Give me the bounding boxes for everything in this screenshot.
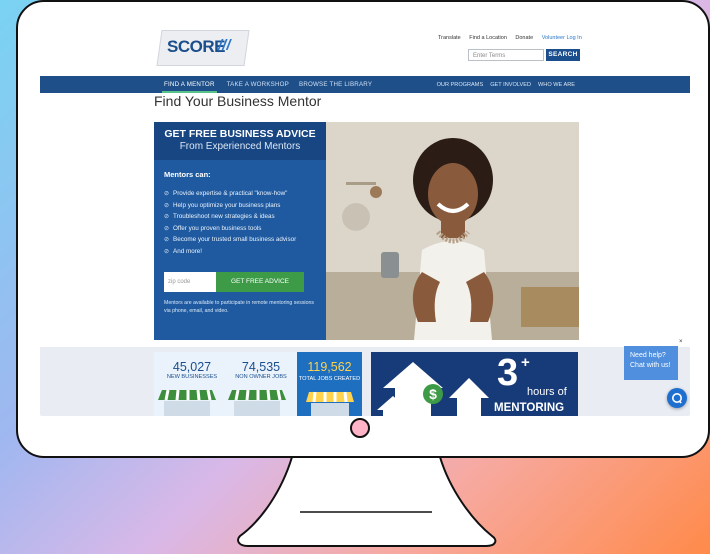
mentor-photo: [326, 122, 579, 340]
power-button[interactable]: [350, 418, 370, 438]
browser-screen: SCORE /// Translate Find a Location Dona…: [40, 22, 690, 416]
chat-icon: [672, 393, 682, 404]
total-jobs-number: 119,562: [307, 360, 352, 374]
benefit-text: And more!: [173, 247, 203, 255]
monitor-frame: SCORE /// Translate Find a Location Dona…: [16, 0, 710, 458]
list-item: ⊘ Troubleshoot new strategies & ideas: [164, 211, 296, 223]
hours-of-label: hours of: [527, 386, 567, 398]
mentoring-hours-card: $ 3 + hours of MENTORING: [371, 352, 578, 416]
score-logo[interactable]: SCORE: [167, 37, 225, 57]
chat-prompt-bubble[interactable]: Need help? Chat with us!: [624, 346, 678, 380]
list-item: ⊘ Become your trusted small business advi…: [164, 234, 296, 246]
search-button[interactable]: SEARCH: [546, 49, 580, 61]
nav-who-we-are[interactable]: WHO WE ARE: [538, 82, 575, 88]
mentoring-plus: +: [521, 354, 530, 371]
mentoring-hours-number: 3: [497, 352, 519, 394]
total-jobs-box: 119,562 TOTAL JOBS CREATED: [297, 352, 362, 416]
volunteer-login-link[interactable]: Volunteer Log In: [542, 35, 582, 41]
get-free-advice-button[interactable]: GET FREE ADVICE: [216, 272, 304, 292]
storefront-awning-icon: [158, 389, 286, 416]
donate-link[interactable]: Donate: [515, 35, 533, 41]
nav-find-a-mentor[interactable]: FIND A MENTOR: [162, 76, 217, 93]
nav-secondary: OUR PROGRAMS GET INVOLVED WHO WE ARE: [437, 76, 575, 93]
growth-arrows-icon: $: [377, 362, 489, 416]
list-item: ⊘ And more!: [164, 246, 296, 258]
hero-subheading: From Experienced Mentors: [179, 141, 301, 152]
remote-mentoring-note: Mentors are available to participate in …: [164, 300, 314, 314]
benefits-list: ⊘ Provide expertise & practical "know-how…: [164, 188, 296, 258]
mentors-can-heading: Mentors can:: [164, 170, 211, 179]
translate-link[interactable]: Translate: [438, 35, 461, 41]
zip-code-input[interactable]: zip code: [164, 272, 216, 292]
storefront-awning-icon: [306, 391, 354, 416]
total-jobs-label: TOTAL JOBS CREATED: [298, 376, 361, 382]
mentoring-label: MENTORING: [494, 402, 565, 414]
nav-get-involved[interactable]: GET INVOLVED: [490, 82, 531, 88]
nav-our-programs[interactable]: OUR PROGRAMS: [437, 82, 484, 88]
nav-browse-the-library[interactable]: BROWSE THE LIBRARY: [299, 81, 372, 88]
list-item: ⊘ Offer you proven business tools: [164, 223, 296, 235]
smiling-woman-illustration: [326, 122, 579, 340]
impact-stats-card: 45,027 NEW BUSINESSES 74,535 NON OWNER J…: [154, 352, 362, 416]
stat-new-businesses: 45,027 NEW BUSINESSES: [158, 360, 226, 380]
check-circle-icon: ⊘: [164, 191, 170, 197]
benefit-text: Help you optimize your business plans: [173, 201, 281, 209]
benefit-text: Offer you proven business tools: [173, 224, 262, 232]
utility-links: Translate Find a Location Donate Volunte…: [438, 35, 589, 41]
nav-primary: FIND A MENTOR TAKE A WORKSHOP BROWSE THE…: [162, 76, 372, 93]
hero-banner: GET FREE BUSINESS ADVICE From Experience…: [154, 122, 579, 340]
chat-close-button[interactable]: ×: [679, 339, 683, 345]
stats-band: [40, 347, 690, 416]
nav-take-a-workshop[interactable]: TAKE A WORKSHOP: [227, 81, 289, 88]
find-location-link[interactable]: Find a Location: [469, 35, 507, 41]
advice-panel: GET FREE BUSINESS ADVICE From Experience…: [154, 122, 326, 340]
svg-text:$: $: [429, 386, 437, 402]
benefit-text: Troubleshoot new strategies & ideas: [173, 213, 275, 221]
page-title: Find Your Business Mentor: [154, 93, 322, 109]
benefit-text: Become your trusted small business advis…: [173, 236, 297, 244]
chat-launcher-button[interactable]: [667, 388, 687, 408]
chat-line-1: Need help?: [630, 352, 666, 359]
score-logo-mark-icon: ///: [218, 37, 231, 54]
stat-non-owner-jobs: 74,535 NON OWNER JOBS: [226, 360, 296, 380]
search-input[interactable]: Enter Terms: [468, 49, 544, 61]
new-businesses-number: 45,027: [172, 360, 212, 374]
non-owner-jobs-label: NON OWNER JOBS: [235, 374, 287, 380]
benefit-text: Provide expertise & practical "know-how": [173, 190, 288, 197]
main-nav: FIND A MENTOR TAKE A WORKSHOP BROWSE THE…: [40, 76, 690, 93]
hero-heading: GET FREE BUSINESS ADVICE: [164, 128, 316, 140]
chat-line-2: Chat with us!: [630, 362, 671, 369]
list-item: ⊘ Help you optimize your business plans: [164, 200, 296, 212]
list-item: ⊘ Provide expertise & practical "know-how…: [164, 188, 296, 200]
check-circle-icon: ⊘: [164, 248, 170, 255]
non-owner-jobs-number: 74,535: [241, 360, 281, 374]
new-businesses-label: NEW BUSINESSES: [166, 374, 218, 380]
